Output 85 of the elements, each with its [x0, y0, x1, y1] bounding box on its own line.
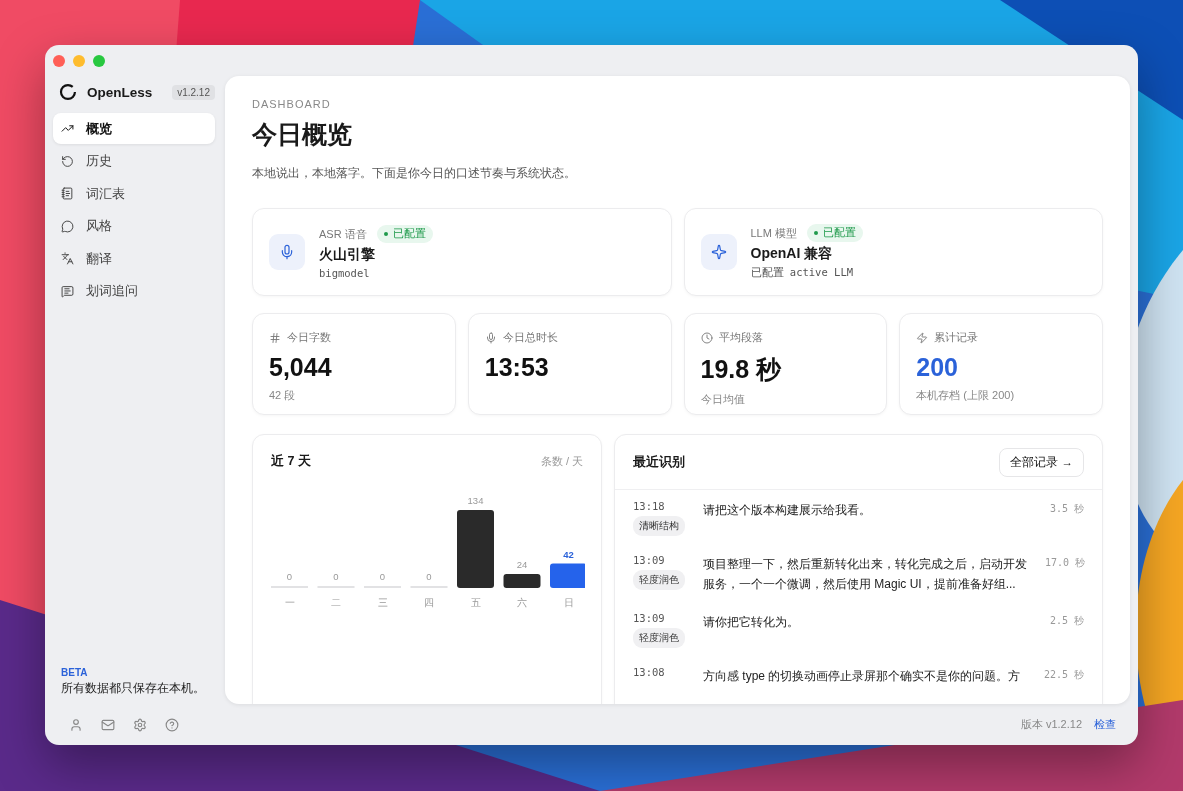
style-tag: 清晰结构 [633, 516, 685, 536]
sparkle-icon [710, 244, 727, 260]
entry-text: 方向感 type 的切换动画停止录屏那个确实不是你的问题。方 [703, 668, 1022, 685]
entry-text: 请把这个版本构建展示给我看。 [703, 502, 872, 519]
bar-value-label: 0 [333, 571, 339, 582]
bar-value-label: 0 [426, 571, 432, 582]
chat-bubble-icon [61, 219, 74, 233]
service-detail: 已配置 active LLM [750, 266, 855, 280]
page-subtitle: 本地说出，本地落字。下面是你今日的口述节奏与系统状态。 [252, 165, 577, 182]
minimize-button[interactable] [73, 55, 85, 67]
hash-icon [269, 331, 281, 344]
stat-note: 今日均值 [700, 392, 746, 407]
close-button[interactable] [53, 55, 65, 67]
nav-item[interactable]: 风格 [53, 210, 215, 242]
app-name: OpenLess [86, 84, 153, 100]
chart-title: 近 7 天 [271, 453, 311, 470]
version-tag: v1.2.12 [172, 84, 215, 100]
day-label: 三 [377, 597, 388, 608]
bar-value-label: 0 [379, 571, 386, 582]
service-name: 火山引擎 [319, 246, 376, 264]
privacy-note: 所有数据都只保存在本机。 [61, 681, 206, 696]
day-label: 六 [517, 597, 527, 608]
trend-icon [61, 122, 74, 135]
nav-item[interactable]: 概览 [53, 113, 215, 144]
day-label: 四 [424, 597, 434, 608]
stat-label: 今日字数 [287, 330, 331, 345]
stat-label: 累计记录 [934, 330, 979, 345]
stat-value: 13:53 [484, 353, 550, 382]
stat-label: 今日总时长 [502, 330, 558, 345]
help-icon[interactable] [165, 717, 179, 732]
microphone-icon [484, 331, 497, 344]
entry-duration: 17.0 秒 [1043, 556, 1085, 570]
lightning-icon [916, 331, 929, 344]
microphone-icon [279, 244, 295, 260]
bar-value-label: 134 [467, 495, 484, 506]
zoom-button[interactable] [93, 55, 105, 67]
stat-value: 200 [916, 353, 959, 382]
style-tag: 轻度润色 [633, 570, 685, 590]
user-icon[interactable] [69, 717, 83, 732]
entry-duration: 22.5 秒 [1042, 668, 1084, 682]
bar-value-label: 0 [286, 571, 293, 582]
section-eyebrow: DASHBOARD [252, 98, 332, 110]
stat-value: 19.8 秒 [700, 354, 783, 385]
entry-time: 13:09 [633, 554, 665, 566]
notebook-icon [61, 187, 74, 200]
translate-icon [61, 252, 74, 265]
all-records-button[interactable]: 全部记录 → [999, 448, 1084, 477]
entry-duration: 2.5 秒 [1048, 614, 1084, 628]
entry-time: 13:09 [633, 612, 665, 624]
nav-item[interactable]: 翻译 [53, 243, 215, 274]
entry-text: 项目整理一下，然后重新转化出来，转化完成之后，启动开发 服务，一个一个微调，然后使用 Magic UI，提前准备好组... [703, 556, 1027, 593]
app-version: 版本 v1.2.12 [1020, 717, 1082, 732]
stat-note: 本机存档 (上限 200) [916, 388, 1016, 403]
service-label: LLM 模型 [750, 225, 797, 241]
day-label: 五 [470, 597, 481, 608]
status-badge: 已配置 [806, 224, 863, 242]
service-name: OpenAI 兼容 [750, 245, 834, 263]
clock-icon [700, 331, 713, 344]
stat-label: 平均段落 [718, 330, 763, 345]
status-badge: 已配置 [376, 225, 433, 243]
chart-unit: 条数 / 天 [540, 454, 583, 469]
entry-text: 请你把它转化为。 [703, 614, 800, 631]
entry-time: 13:18 [633, 500, 665, 512]
text-question-icon [61, 284, 74, 298]
entry-time: 13:08 [633, 666, 665, 678]
mail-icon[interactable] [101, 717, 115, 732]
bar-value-label: 42 [563, 548, 574, 560]
nav-item[interactable]: 词汇表 [53, 178, 215, 209]
nav-item[interactable]: 划词追问 [53, 275, 215, 307]
stat-value: 5,044 [269, 353, 333, 382]
beta-label: BETA [61, 667, 89, 678]
entry-duration: 3.5 秒 [1048, 502, 1084, 516]
nav-item[interactable]: 历史 [53, 145, 215, 177]
ring-logo-icon [57, 81, 79, 103]
history-icon [61, 154, 74, 168]
service-label: ASR 语音 [319, 226, 367, 242]
stat-note: 42 段 [269, 388, 297, 403]
style-tag: 轻度润色 [633, 628, 685, 648]
page-title: 今日概览 [252, 119, 353, 150]
check-update-link[interactable]: 检查 [1094, 717, 1116, 732]
day-label: 日 [563, 597, 574, 608]
recent-title: 最近识别 [633, 454, 685, 471]
service-detail: bigmodel [319, 267, 371, 279]
settings-icon[interactable] [133, 717, 147, 732]
bar-value-label: 24 [516, 559, 528, 571]
